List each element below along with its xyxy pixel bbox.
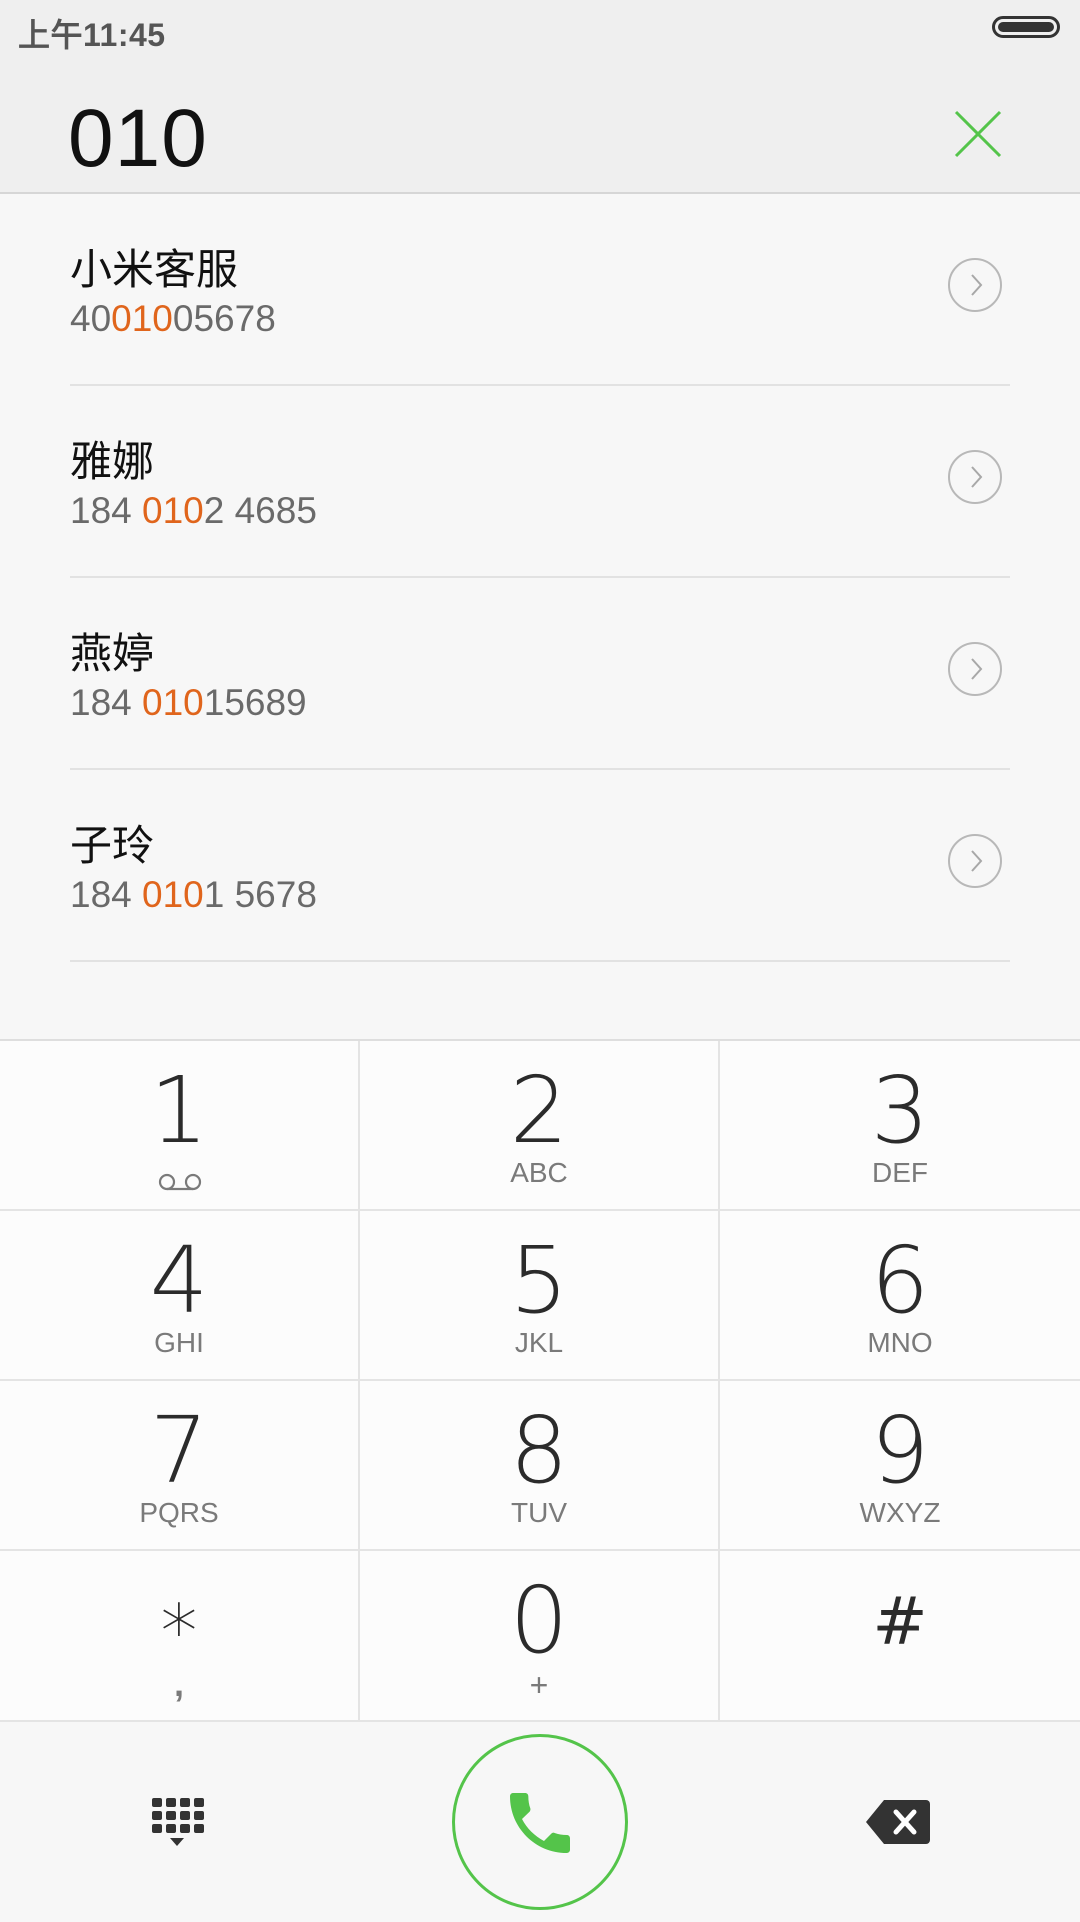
key-8[interactable]: 8 TUV (360, 1381, 720, 1551)
number-match: 010 (142, 682, 204, 723)
chevron-right-icon (971, 466, 983, 488)
number-suffix: 15689 (203, 682, 307, 723)
dialed-number: 010 (68, 93, 208, 184)
key-digit: 9 (870, 1397, 930, 1504)
key-3[interactable]: 3 DEF (720, 1041, 1080, 1211)
key-digit: * (160, 1589, 198, 1675)
key-7[interactable]: 7 PQRS (0, 1381, 360, 1551)
contact-detail-button[interactable] (948, 258, 1002, 312)
key-1[interactable]: 1 (0, 1041, 360, 1211)
voicemail-icon (158, 1173, 202, 1191)
list-item[interactable]: 雅娜 184 0102 4685 (70, 386, 1010, 578)
contact-number: 184 0102 4685 (70, 490, 317, 532)
list-item[interactable]: 小米客服 4001005678 (70, 194, 1010, 386)
key-letters: GHI (154, 1327, 204, 1358)
number-prefix: 184 (70, 874, 143, 915)
number-prefix: 184 (70, 682, 143, 723)
key-hash[interactable]: # (720, 1551, 1080, 1721)
number-match: 010 (142, 874, 204, 915)
key-9[interactable]: 9 WXYZ (720, 1381, 1080, 1551)
key-6[interactable]: 6 MNO (720, 1211, 1080, 1381)
chevron-right-icon (971, 658, 983, 680)
key-letters: + (529, 1667, 549, 1703)
key-digit: # (872, 1583, 928, 1660)
clear-button[interactable] (950, 106, 1006, 162)
list-item[interactable]: 子玲 184 0101 5678 (70, 770, 1010, 962)
key-5[interactable]: 5 JKL (360, 1211, 720, 1381)
contact-name: 雅娜 (70, 437, 155, 486)
chevron-right-icon (971, 850, 983, 872)
dial-keypad: 1 2 ABC 3 DEF 4 GHI 5 JKL 6 MNO 7 PQRS 8… (0, 1039, 1080, 1722)
key-letters: TUV (511, 1497, 567, 1528)
key-digit: 2 (509, 1057, 569, 1164)
key-digit: 1 (149, 1057, 209, 1164)
dialpad-toggle-button[interactable] (148, 1794, 206, 1852)
list-item[interactable]: 燕婷 184 01015689 (70, 578, 1010, 770)
contact-number: 184 0101 5678 (70, 874, 317, 916)
contact-detail-button[interactable] (948, 450, 1002, 504)
key-digit: 5 (509, 1227, 569, 1334)
number-prefix: 184 (70, 490, 143, 531)
phone-icon (510, 1793, 570, 1853)
contact-detail-button[interactable] (948, 642, 1002, 696)
status-time: 上午11:45 (18, 17, 166, 53)
contact-results-list: 小米客服 4001005678 雅娜 184 0102 4685 燕婷 184 … (0, 194, 1080, 962)
number-suffix: 1 5678 (203, 874, 317, 915)
backspace-icon (866, 1800, 930, 1844)
number-suffix: 05678 (172, 298, 276, 339)
key-digit: 6 (870, 1227, 930, 1334)
key-letters: ABC (510, 1157, 568, 1188)
key-letters: WXYZ (859, 1497, 941, 1528)
key-star[interactable]: * , (0, 1551, 360, 1721)
key-digit: 3 (870, 1057, 930, 1164)
number-match: 010 (111, 298, 173, 339)
key-letters: , (173, 1663, 184, 1704)
key-4[interactable]: 4 GHI (0, 1211, 360, 1381)
key-digit: 4 (149, 1227, 209, 1334)
contact-number: 4001005678 (70, 298, 276, 340)
contact-detail-button[interactable] (948, 834, 1002, 888)
key-digit: 8 (509, 1397, 569, 1504)
number-match: 010 (142, 490, 204, 531)
contact-name: 燕婷 (70, 629, 155, 678)
contact-name: 小米客服 (70, 245, 239, 294)
dialpad-icon (152, 1798, 204, 1846)
key-letters: JKL (514, 1327, 564, 1358)
contact-number: 184 01015689 (70, 682, 307, 724)
battery-icon (992, 16, 1060, 38)
call-button[interactable] (452, 1734, 628, 1910)
close-icon (954, 110, 1002, 158)
key-0[interactable]: 0 + (360, 1551, 720, 1721)
dialer-action-bar (0, 1720, 1080, 1922)
key-letters: MNO (867, 1327, 933, 1358)
number-prefix: 40 (70, 298, 112, 339)
key-letters: PQRS (139, 1497, 219, 1528)
key-letters: DEF (872, 1157, 928, 1188)
chevron-right-icon (971, 274, 983, 296)
key-digit: 0 (509, 1567, 569, 1674)
contact-name: 子玲 (70, 821, 155, 870)
key-2[interactable]: 2 ABC (360, 1041, 720, 1211)
key-digit: 7 (149, 1397, 209, 1504)
number-suffix: 2 4685 (203, 490, 317, 531)
backspace-button[interactable] (866, 1798, 930, 1846)
status-bar: 上午11:45 (0, 0, 1080, 62)
dialed-number-header: 010 (0, 62, 1080, 194)
